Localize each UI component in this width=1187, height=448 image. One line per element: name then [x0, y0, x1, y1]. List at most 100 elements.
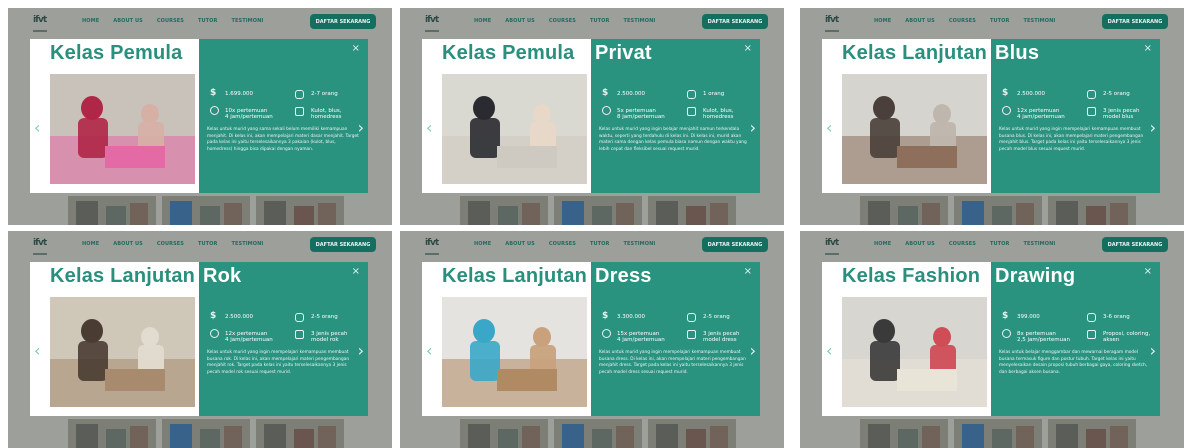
gallery-thumbnail[interactable]	[648, 196, 736, 225]
close-icon[interactable]: ×	[1144, 43, 1152, 54]
logo-underline	[425, 253, 439, 255]
meeting-duration: 4 jam/pertemuan	[1017, 114, 1065, 120]
course-material: 3 jenis pecah model rok	[311, 331, 348, 343]
course-schedule: 15x pertemuan 4 jam/pertemuan	[617, 331, 665, 343]
logo[interactable]: ifvt	[33, 15, 47, 31]
nav-link-about-us[interactable]: ABOUT US	[905, 241, 935, 247]
logo[interactable]: ifvt	[825, 15, 839, 31]
nav-link-tutor[interactable]: TUTOR	[990, 18, 1009, 24]
course-title-accent: Blus	[995, 42, 1040, 64]
gallery-thumbnail[interactable]	[954, 419, 1042, 448]
close-icon[interactable]: ×	[744, 266, 752, 277]
logo[interactable]: ifvt	[825, 238, 839, 254]
prev-arrow-icon[interactable]: ‹	[34, 341, 40, 360]
nav-link-courses[interactable]: COURSES	[549, 241, 576, 247]
nav-link-about-us[interactable]: ABOUT US	[905, 18, 935, 24]
nav-link-home[interactable]: HOME	[82, 241, 99, 247]
screenshot-grid: ifvt HOME ABOUT US COURSES TUTOR TESTIMONI DAF…	[0, 0, 1187, 448]
nav-link-home[interactable]: HOME	[874, 18, 891, 24]
nav-link-courses[interactable]: COURSES	[157, 241, 184, 247]
meeting-duration: 4 jam/pertemuan	[225, 337, 273, 343]
nav-link-about-us[interactable]: ABOUT US	[505, 241, 535, 247]
prev-arrow-icon[interactable]: ‹	[426, 118, 432, 137]
prev-arrow-icon[interactable]: ‹	[826, 118, 832, 137]
logo-underline	[33, 253, 47, 255]
logo[interactable]: ifvt	[33, 238, 47, 254]
gallery-thumbnail[interactable]	[256, 196, 344, 225]
gallery-thumbnail[interactable]	[1048, 196, 1136, 225]
nav-link-testimoni[interactable]: TESTIMONI	[231, 241, 263, 247]
price-icon: $	[210, 311, 217, 321]
gallery-thumbnail[interactable]	[554, 196, 642, 225]
nav-link-testimoni[interactable]: TESTIMONI	[1023, 241, 1055, 247]
gallery-thumbnail[interactable]	[256, 419, 344, 448]
nav-link-tutor[interactable]: TUTOR	[198, 241, 217, 247]
nav-link-home[interactable]: HOME	[474, 241, 491, 247]
nav-link-about-us[interactable]: ABOUT US	[113, 241, 143, 247]
course-title-accent: Dress	[595, 265, 652, 287]
gallery-thumbnail[interactable]	[162, 419, 250, 448]
people-icon	[1087, 90, 1096, 99]
nav-link-testimoni[interactable]: TESTIMONI	[1023, 18, 1055, 24]
register-button[interactable]: DAFTAR SEKARANG	[310, 14, 376, 29]
top-navbar: ifvt HOME ABOUT US COURSES TUTOR TESTIMONI DAF…	[800, 231, 1184, 263]
close-icon[interactable]: ×	[352, 43, 360, 54]
register-button[interactable]: DAFTAR SEKARANG	[310, 237, 376, 252]
nav-link-tutor[interactable]: TUTOR	[590, 18, 609, 24]
gallery-thumbnail[interactable]	[860, 196, 948, 225]
course-title-accent: Privat	[595, 42, 652, 64]
nav-link-courses[interactable]: COURSES	[157, 18, 184, 24]
clock-icon	[1002, 106, 1011, 115]
course-title: Kelas Pemula	[50, 42, 183, 64]
nav-link-tutor[interactable]: TUTOR	[198, 18, 217, 24]
nav-link-home[interactable]: HOME	[474, 18, 491, 24]
gallery-thumbnail[interactable]	[68, 419, 156, 448]
course-photo	[842, 74, 987, 184]
gallery-thumbnail[interactable]	[162, 196, 250, 225]
meeting-duration: 4 jam/pertemuan	[617, 337, 665, 343]
close-icon[interactable]: ×	[352, 266, 360, 277]
nav-link-courses[interactable]: COURSES	[949, 241, 976, 247]
prev-arrow-icon[interactable]: ‹	[826, 341, 832, 360]
nav-link-testimoni[interactable]: TESTIMONI	[231, 18, 263, 24]
gallery-thumbnail[interactable]	[554, 419, 642, 448]
gallery-thumbnail[interactable]	[460, 419, 548, 448]
register-button[interactable]: DAFTAR SEKARANG	[1102, 14, 1168, 29]
modal-right-pane: Dress × › $3.300.000 15x pertemuan 4 jam/pert…	[591, 262, 760, 416]
logo[interactable]: ifvt	[425, 238, 439, 254]
nav-link-tutor[interactable]: TUTOR	[990, 241, 1009, 247]
close-icon[interactable]: ×	[744, 43, 752, 54]
course-modal-screen: ifvt HOME ABOUT US COURSES TUTOR TESTIMONI DAF…	[400, 231, 784, 448]
nav-link-home[interactable]: HOME	[874, 241, 891, 247]
register-button[interactable]: DAFTAR SEKARANG	[1102, 237, 1168, 252]
close-icon[interactable]: ×	[1144, 266, 1152, 277]
logo[interactable]: ifvt	[425, 15, 439, 31]
prev-arrow-icon[interactable]: ‹	[34, 118, 40, 137]
course-description: Kelas untuk murid yang ingin belajar men…	[599, 127, 747, 152]
nav-link-about-us[interactable]: ABOUT US	[505, 18, 535, 24]
clock-icon	[210, 106, 219, 115]
course-modal-screen: ifvt HOME ABOUT US COURSES TUTOR TESTIMONI DAF…	[8, 231, 392, 448]
nav-link-courses[interactable]: COURSES	[949, 18, 976, 24]
nav-link-testimoni[interactable]: TESTIMONI	[623, 18, 655, 24]
gallery-thumbnail[interactable]	[460, 196, 548, 225]
gallery-thumbnail[interactable]	[860, 419, 948, 448]
gallery-thumbnail[interactable]	[954, 196, 1042, 225]
gallery-thumbnail[interactable]	[648, 419, 736, 448]
gallery-thumbnail[interactable]	[68, 196, 156, 225]
nav-link-tutor[interactable]: TUTOR	[590, 241, 609, 247]
register-button[interactable]: DAFTAR SEKARANG	[702, 237, 768, 252]
prev-arrow-icon[interactable]: ‹	[426, 341, 432, 360]
course-description: Kelas untuk belajar menggambar dan mewar…	[999, 350, 1148, 375]
course-title-accent: Rok	[203, 265, 242, 287]
nav-link-courses[interactable]: COURSES	[549, 18, 576, 24]
gallery-thumbnail[interactable]	[1048, 419, 1136, 448]
register-button[interactable]: DAFTAR SEKARANG	[702, 14, 768, 29]
nav-link-testimoni[interactable]: TESTIMONI	[623, 241, 655, 247]
course-info: $2.500.000 12x pertemuan 4 jam/pertemuan 2-…	[999, 88, 1149, 128]
class-capacity: 1 orang	[703, 91, 725, 97]
course-photo	[442, 297, 587, 407]
nav-link-about-us[interactable]: ABOUT US	[113, 18, 143, 24]
course-photo	[842, 297, 987, 407]
nav-link-home[interactable]: HOME	[82, 18, 99, 24]
